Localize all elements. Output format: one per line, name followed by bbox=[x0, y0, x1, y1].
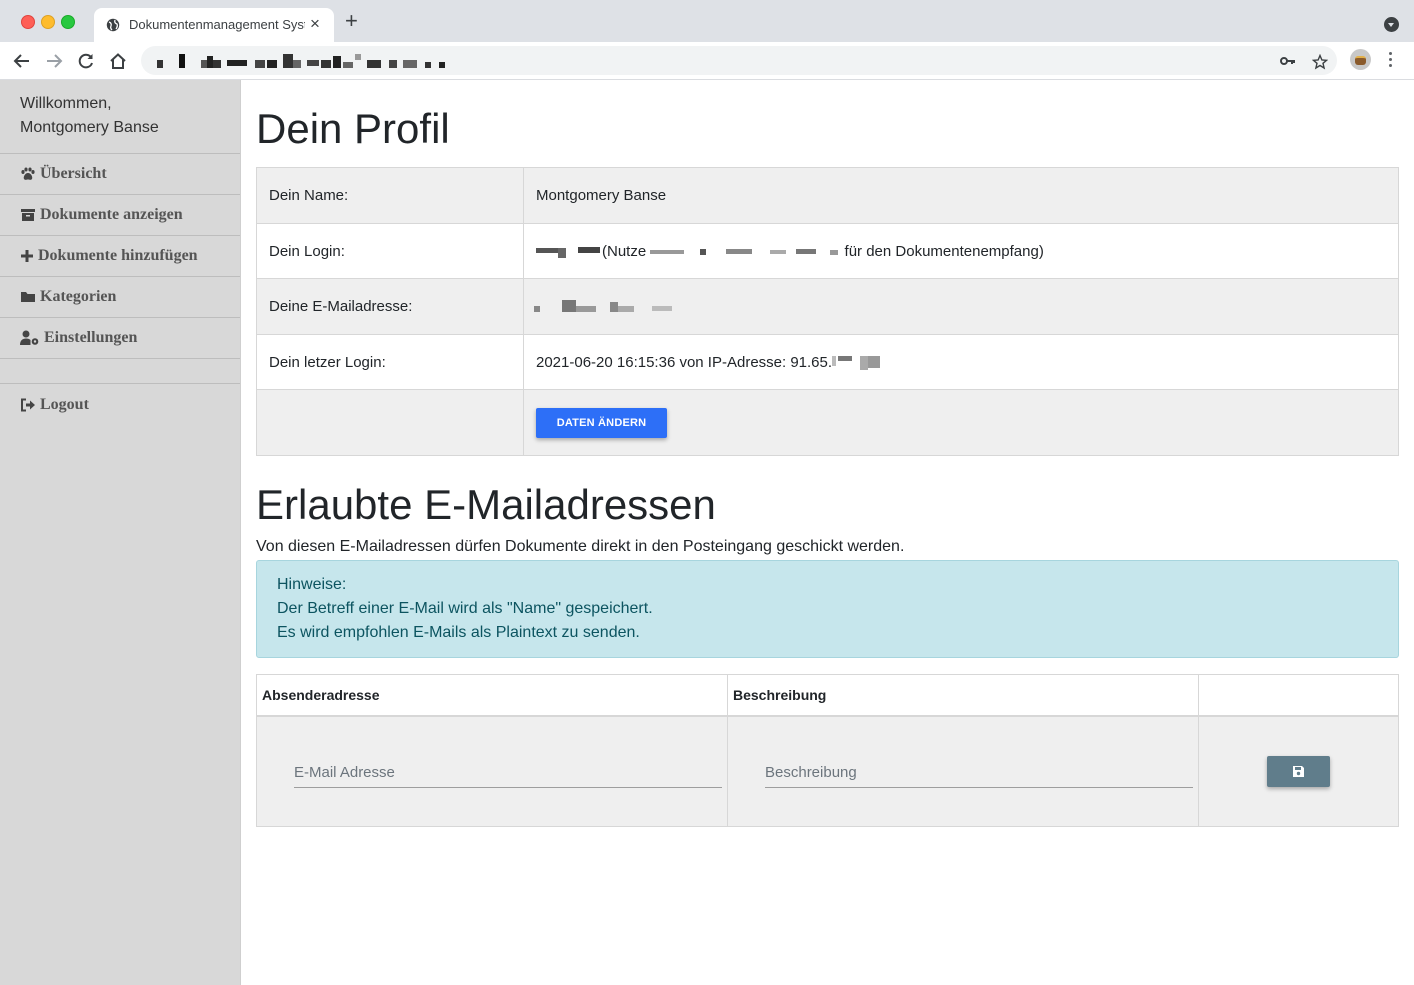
reload-icon[interactable] bbox=[75, 50, 97, 72]
info-alert: Hinweise: Der Betreff einer E-Mail wird … bbox=[256, 560, 1399, 658]
profile-heading: Dein Profil bbox=[256, 105, 450, 152]
table-header-row: Absenderadresse Beschreibung bbox=[256, 674, 1399, 717]
sidebar-item-label: Einstellungen bbox=[44, 329, 138, 346]
sidebar-item-einstellungen[interactable]: Einstellungen bbox=[0, 318, 240, 359]
logout-label: Logout bbox=[40, 396, 89, 413]
last-login-value: 2021-06-20 16:15:36 von IP-Adresse: 91.6… bbox=[523, 334, 1399, 390]
email-input-cell bbox=[256, 715, 728, 827]
close-window-button[interactable] bbox=[21, 15, 35, 29]
alert-line: Der Betreff einer E-Mail wird als "Name"… bbox=[277, 600, 653, 617]
table-row: Dein letzer Login: 2021-06-20 16:15:36 v… bbox=[256, 334, 1399, 390]
save-icon bbox=[1293, 766, 1304, 777]
table-row: Deine E-Mailadresse: bbox=[256, 278, 1399, 335]
address-bar[interactable] bbox=[141, 46, 1337, 75]
back-arrow-icon[interactable] bbox=[11, 50, 33, 72]
user-cog-icon bbox=[20, 330, 39, 345]
table-row: Dein Login: (Nutze für den Dokumentenemp… bbox=[256, 223, 1399, 279]
login-hint-prefix: (Nutze bbox=[602, 242, 647, 260]
email-address-input[interactable] bbox=[294, 764, 722, 781]
browser-toolbar bbox=[0, 42, 1414, 80]
new-entry-row bbox=[256, 715, 1399, 827]
table-row: DATEN ÄNDERN bbox=[256, 389, 1399, 456]
sidebar-item-label: Dokumente anzeigen bbox=[40, 206, 183, 223]
sidebar-item-dokumente-hinzufuegen[interactable]: Dokumente hinzufügen bbox=[0, 236, 240, 277]
login-redacted bbox=[536, 245, 602, 259]
logout-link[interactable]: Logout bbox=[0, 384, 240, 426]
login-email-redacted bbox=[650, 246, 840, 258]
alert-title: Hinweise: bbox=[277, 576, 347, 593]
star-icon[interactable] bbox=[1312, 54, 1328, 70]
sidebar-item-kategorien[interactable]: Kategorien bbox=[0, 277, 240, 318]
name-value: Montgomery Banse bbox=[523, 167, 1399, 224]
sidebar-divider bbox=[0, 359, 240, 384]
tab-title: Dokumentenmanagement System bbox=[129, 17, 305, 32]
key-icon[interactable] bbox=[1280, 54, 1296, 68]
forward-arrow-icon[interactable] bbox=[43, 50, 65, 72]
tab-close-icon[interactable]: × bbox=[310, 14, 320, 34]
new-tab-button[interactable]: + bbox=[345, 10, 358, 32]
home-icon[interactable] bbox=[107, 50, 129, 72]
zoom-window-button[interactable] bbox=[61, 15, 75, 29]
browser-tab-bar: Dokumentenmanagement System × + bbox=[0, 0, 1414, 42]
welcome-message: Willkommen, Montgomery Banse bbox=[0, 80, 240, 154]
email-field bbox=[294, 755, 722, 788]
allowed-emails-intro: Von diesen E-Mailadressen dürfen Dokumen… bbox=[256, 538, 905, 555]
description-field bbox=[765, 755, 1193, 788]
email-value bbox=[523, 278, 1399, 335]
column-header-actions bbox=[1198, 674, 1399, 717]
column-header-description: Beschreibung bbox=[727, 674, 1199, 717]
welcome-username: Montgomery Banse bbox=[20, 119, 159, 136]
paw-icon bbox=[21, 167, 35, 180]
sign-out-icon bbox=[21, 398, 35, 412]
sidebar-item-label: Übersicht bbox=[40, 165, 107, 182]
button-cell: DATEN ÄNDERN bbox=[523, 389, 1399, 456]
last-login-text: 2021-06-20 16:15:36 von IP-Adresse: 91.6… bbox=[536, 353, 833, 371]
empty-cell bbox=[256, 389, 524, 456]
alert-line: Es wird empfohlen E-Mails als Plaintext … bbox=[277, 624, 640, 641]
email-label: Deine E-Mailadresse: bbox=[256, 278, 524, 335]
minimize-window-button[interactable] bbox=[41, 15, 55, 29]
globe-icon bbox=[106, 18, 120, 32]
description-input[interactable] bbox=[765, 764, 1193, 781]
folder-icon bbox=[21, 292, 35, 302]
browser-tab[interactable]: Dokumentenmanagement System × bbox=[94, 8, 334, 42]
description-input-cell bbox=[727, 715, 1199, 827]
browser-menu-icon[interactable] bbox=[1389, 52, 1393, 70]
sidebar: Willkommen, Montgomery Banse Übersicht D… bbox=[0, 80, 241, 985]
profile-table: Dein Name: Montgomery Banse Dein Login: … bbox=[256, 167, 1399, 456]
change-data-button[interactable]: DATEN ÄNDERN bbox=[536, 407, 667, 438]
welcome-greeting: Willkommen, bbox=[20, 95, 112, 112]
save-button[interactable] bbox=[1267, 756, 1330, 787]
archive-icon bbox=[21, 209, 35, 221]
action-cell bbox=[1198, 715, 1399, 827]
address-url-redacted bbox=[155, 54, 451, 68]
ip-redacted bbox=[832, 355, 882, 370]
allowed-emails-table: Absenderadresse Beschreibung bbox=[256, 674, 1399, 827]
table-row: Dein Name: Montgomery Banse bbox=[256, 167, 1399, 224]
sidebar-item-dokumente-anzeigen[interactable]: Dokumente anzeigen bbox=[0, 195, 240, 236]
last-login-label: Dein letzer Login: bbox=[256, 334, 524, 390]
login-label: Dein Login: bbox=[256, 223, 524, 279]
email-redacted bbox=[528, 300, 678, 314]
plus-icon bbox=[21, 250, 33, 262]
allowed-emails-heading: Erlaubte E-Mailadressen bbox=[256, 481, 716, 528]
column-header-sender: Absenderadresse bbox=[256, 674, 728, 717]
name-label: Dein Name: bbox=[256, 167, 524, 224]
profile-avatar-icon[interactable] bbox=[1350, 49, 1371, 70]
tab-search-icon[interactable] bbox=[1384, 17, 1399, 32]
sidebar-item-uebersicht[interactable]: Übersicht bbox=[0, 154, 240, 195]
sidebar-item-label: Dokumente hinzufügen bbox=[38, 247, 198, 264]
sidebar-item-label: Kategorien bbox=[40, 288, 117, 305]
login-value: (Nutze für den Dokumentenempfang) bbox=[523, 223, 1399, 279]
login-hint-suffix: für den Dokumentenempfang) bbox=[844, 242, 1044, 260]
